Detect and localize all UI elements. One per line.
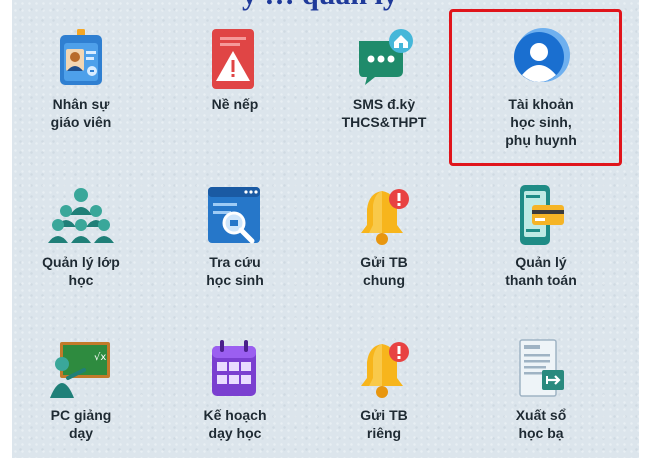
bell-notification-icon: [361, 342, 409, 398]
tile-label: Tra cứu học sinh: [206, 254, 264, 288]
class-group-icon: [48, 188, 114, 243]
warning-clipboard-icon: [212, 29, 254, 89]
svg-text:√x: √x: [94, 352, 106, 363]
tile-label: Gửi TB chung: [360, 254, 408, 288]
teacher-id-card-icon: [60, 29, 102, 85]
tile-label: Gửi TB riêng: [360, 407, 408, 441]
tile-label: Nề nếp: [211, 96, 259, 112]
tile-label: Quản lý thanh toán: [505, 254, 577, 288]
payment-phone-icon: [520, 185, 564, 245]
highlight-box: [449, 9, 622, 166]
tile-label: Nhân sự giáo viên: [50, 96, 112, 130]
tile-label: Xuất sổ học bạ: [515, 407, 567, 441]
student-search-icon: [208, 187, 260, 244]
calendar-plan-icon: [212, 340, 256, 396]
blackboard-teacher-icon: √x: [50, 342, 110, 398]
tile-label: Quản lý lớp học: [42, 254, 120, 288]
report-book-export-icon: [519, 339, 564, 397]
bell-notification-icon: [361, 189, 409, 245]
tile-label: PC giảng dạy: [50, 407, 112, 441]
sms-chat-icon: [359, 29, 413, 85]
tile-label: SMS đ.kỳ THCS&THPT: [341, 96, 427, 130]
tile-label: Kế hoạch dạy học: [203, 407, 267, 441]
